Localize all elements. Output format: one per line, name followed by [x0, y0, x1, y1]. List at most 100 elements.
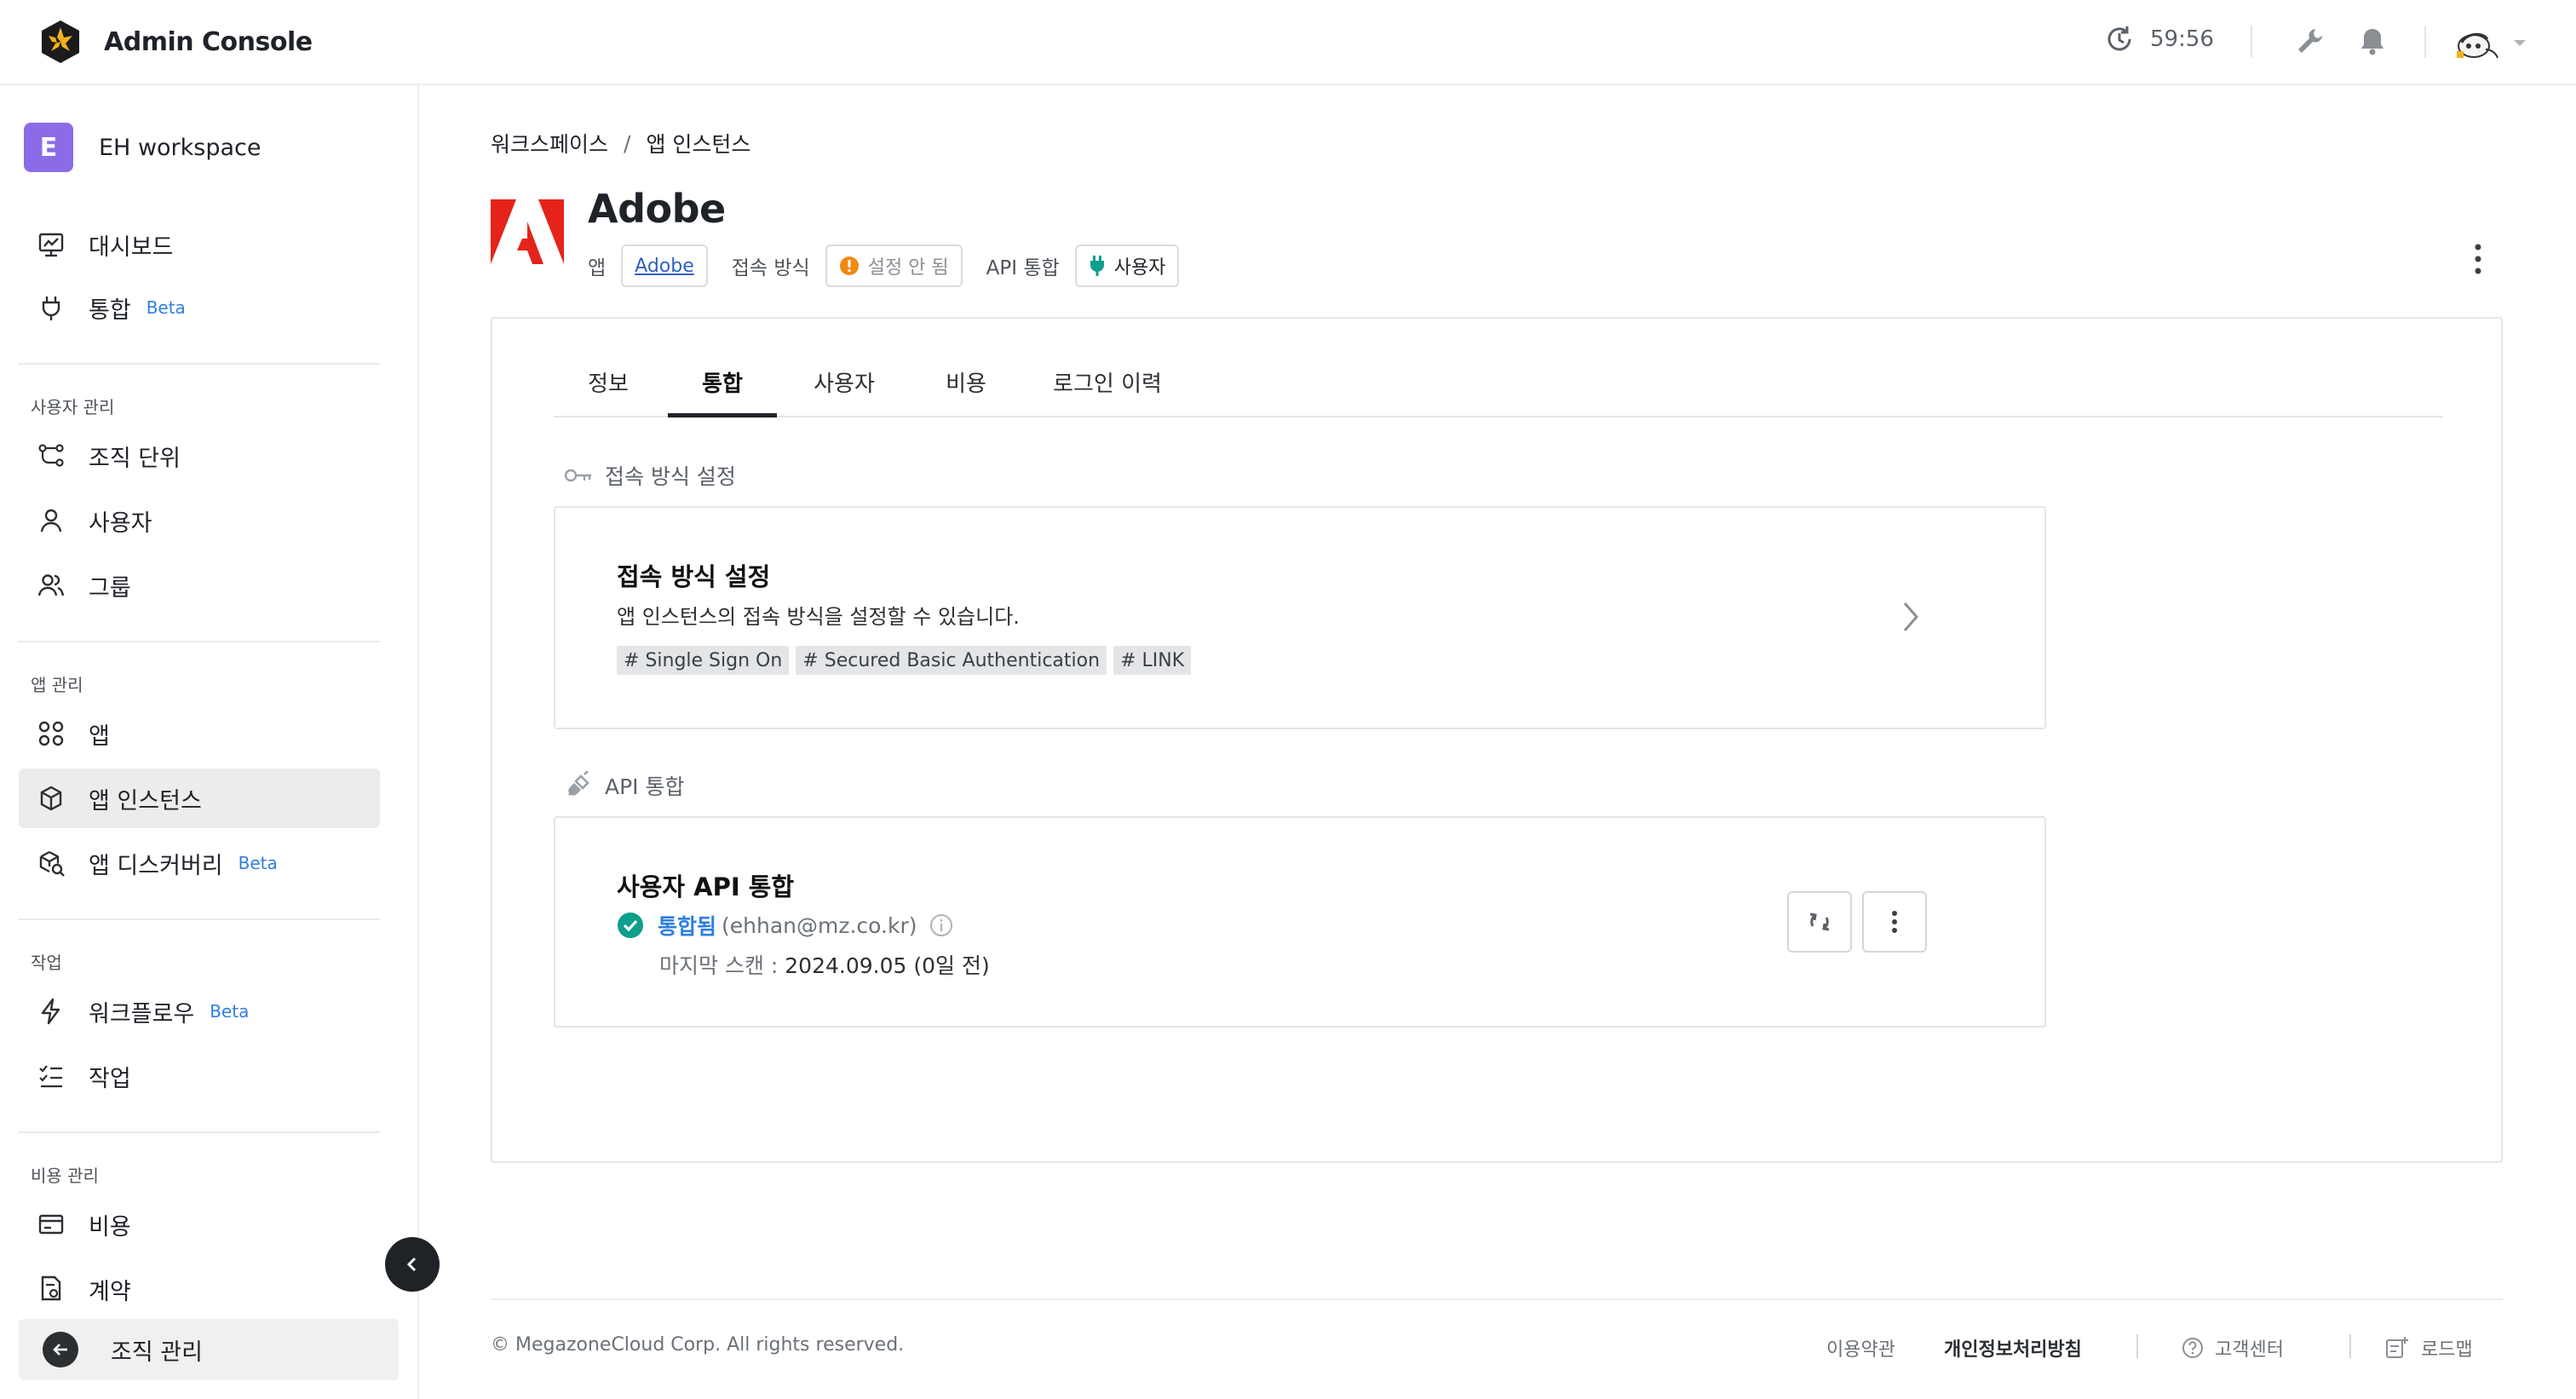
task-list-icon: [39, 1065, 62, 1088]
more-options-icon[interactable]: [2467, 240, 2489, 278]
sidebar: E EH workspace 대시보드 통합 Beta 사용자 관리 조직 단위: [0, 85, 419, 1399]
brand[interactable]: Admin Console: [37, 19, 313, 65]
roadmap-link[interactable]: 로드맵: [2383, 1334, 2473, 1362]
plug-icon: [1090, 256, 1104, 276]
contract-icon: [41, 1275, 61, 1301]
access-section-title: 접속 방식 설정: [605, 464, 736, 489]
tab-label: 통합: [702, 371, 743, 397]
org-management-button[interactable]: 조직 관리: [19, 1319, 399, 1380]
access-tags: # Single Sign On # Secured Basic Authent…: [617, 646, 1198, 675]
access-method-chip[interactable]: 설정 안 됨: [825, 245, 963, 287]
rescan-button[interactable]: [1787, 891, 1852, 953]
terms-label: 이용약관: [1826, 1339, 1895, 1361]
credit-card-icon: [38, 1214, 64, 1235]
sidebar-item-groups[interactable]: 그룹: [19, 556, 380, 615]
breadcrumb-current[interactable]: 앱 인스턴스: [646, 128, 750, 158]
nav-section-cost: 비용 관리: [31, 1166, 99, 1186]
nav-divider: [19, 363, 380, 365]
sidebar-item-tasks[interactable]: 작업: [19, 1046, 380, 1106]
timer-text: 59:56: [2150, 26, 2214, 52]
terms-link[interactable]: 이용약관: [1826, 1334, 1895, 1362]
tab-login-history[interactable]: 로그인 이력: [1026, 356, 1189, 417]
app-link-chip[interactable]: Adobe: [621, 245, 708, 287]
sidebar-item-cost[interactable]: 비용: [19, 1195, 380, 1254]
beta-badge: Beta: [146, 297, 186, 318]
footer-divider: [2349, 1334, 2351, 1358]
app-link[interactable]: Adobe: [635, 256, 694, 277]
sidebar-item-app-instances[interactable]: 앱 인스턴스: [19, 769, 380, 828]
access-method-card[interactable]: 접속 방식 설정 앱 인스턴스의 접속 방식을 설정할 수 있습니다. # Si…: [554, 506, 2046, 729]
privacy-link[interactable]: 개인정보처리방침: [1944, 1334, 2082, 1362]
sidebar-item-users[interactable]: 사용자: [19, 491, 380, 550]
chevron-left-icon: [406, 1257, 417, 1272]
workspace-switcher[interactable]: E EH workspace: [24, 123, 262, 172]
sidebar-item-dashboard[interactable]: 대시보드: [19, 215, 380, 274]
api-integration-value: 사용자: [1113, 257, 1166, 279]
app-detail-panel: 정보 통합 사용자 비용 로그인 이력 접속 방식 설정 접속 방식 설정 앱 …: [491, 317, 2503, 1163]
roadmap-icon: [2386, 1337, 2408, 1358]
key-icon: [564, 469, 591, 482]
cube-icon: [40, 786, 62, 811]
api-account: (ehhan@mz.co.kr): [722, 913, 917, 938]
sidebar-item-org-unit[interactable]: 조직 단위: [19, 426, 380, 486]
plug-icon: [42, 296, 60, 320]
workspace-name: EH workspace: [99, 134, 262, 161]
dashboard-icon: [38, 233, 64, 257]
breadcrumb-separator: /: [624, 130, 631, 156]
sidebar-item-label: 비용: [89, 1213, 131, 1241]
tab-label: 비용: [946, 371, 986, 397]
nav-divider: [19, 918, 380, 920]
tab-info[interactable]: 정보: [554, 356, 663, 417]
sidebar-collapse-button[interactable]: [385, 1237, 440, 1292]
sidebar-item-label: 통합: [89, 296, 131, 324]
sidebar-item-workflow[interactable]: 워크플로우 Beta: [19, 982, 380, 1041]
support-link[interactable]: 고객센터: [2181, 1334, 2284, 1362]
nav-section-tasks: 작업: [31, 953, 62, 973]
beta-badge: Beta: [238, 853, 278, 873]
app-title: Admin Console: [104, 26, 313, 57]
api-status: 통합됨: [658, 914, 717, 939]
tab-users[interactable]: 사용자: [782, 356, 906, 417]
app-meta-row: 앱 Adobe 접속 방식 설정 안 됨 API 통합 사용자: [588, 244, 1180, 288]
help-circle-icon: [2182, 1338, 2203, 1358]
beta-badge: Beta: [210, 1001, 250, 1022]
sidebar-item-apps[interactable]: 앱: [19, 704, 380, 763]
tab-label: 정보: [588, 371, 629, 397]
nav-section-apps: 앱 관리: [31, 675, 83, 695]
sidebar-item-app-discovery[interactable]: 앱 디스커버리 Beta: [19, 833, 380, 893]
bell-icon[interactable]: [2356, 26, 2389, 58]
page-title: Adobe: [588, 186, 726, 232]
breadcrumb-root[interactable]: 워크스페이스: [491, 128, 608, 158]
user-menu[interactable]: [2452, 20, 2528, 65]
roadmap-label: 로드맵: [2421, 1339, 2473, 1361]
wrench-icon[interactable]: [2293, 26, 2326, 58]
tab-integration[interactable]: 통합: [668, 356, 777, 417]
adobe-logo-icon: [491, 199, 564, 264]
access-method-value: 설정 안 됨: [867, 257, 949, 279]
refresh-clock-icon: [2107, 26, 2131, 51]
warning-icon: [839, 256, 859, 275]
tag-secured-basic-auth: # Secured Basic Authentication: [796, 646, 1107, 675]
session-timer[interactable]: 59:56: [2104, 24, 2214, 55]
tag-link: # LINK: [1113, 646, 1192, 675]
check-circle-icon: [618, 913, 643, 938]
api-section-heading: API 통합: [564, 770, 685, 801]
api-integration-chip[interactable]: 사용자: [1074, 245, 1180, 287]
api-integration-label: API 통합: [986, 257, 1060, 279]
support-label: 고객센터: [2215, 1339, 2284, 1361]
topbar-divider: [2251, 26, 2252, 58]
sidebar-item-contract[interactable]: 계약: [19, 1259, 380, 1319]
privacy-label: 개인정보처리방침: [1944, 1339, 2082, 1361]
info-icon[interactable]: [929, 913, 954, 938]
chevron-right-icon[interactable]: [1898, 598, 1922, 636]
topbar-divider: [2424, 26, 2426, 58]
api-card-title: 사용자 API 통합: [617, 872, 795, 901]
api-section-title: API 통합: [605, 774, 685, 799]
org-unit-icon: [38, 444, 64, 467]
sidebar-item-integration[interactable]: 통합 Beta: [19, 278, 380, 337]
sidebar-item-label: 사용자: [89, 510, 152, 537]
tab-bar: 정보 통합 사용자 비용 로그인 이력: [554, 356, 2443, 417]
api-more-button[interactable]: [1862, 891, 1927, 953]
tab-cost[interactable]: 비용: [911, 356, 1021, 417]
group-icon: [37, 574, 65, 596]
